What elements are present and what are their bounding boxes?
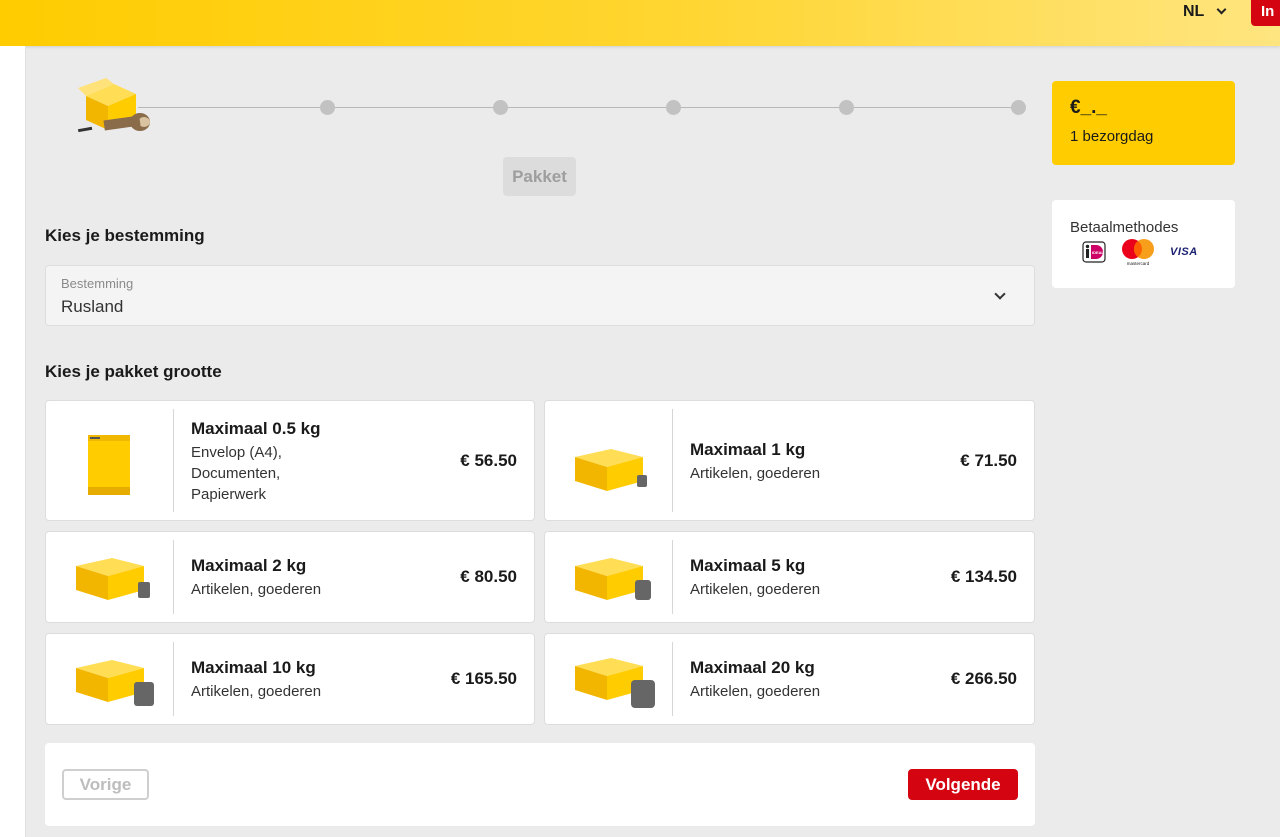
mastercard-icon: mastercard [1122,239,1154,266]
chevron-down-icon [994,288,1006,300]
ideal-label: iDEAL [1092,250,1105,255]
size-option-description: Artikelen, goederen [191,581,322,598]
size-option-image [46,409,174,512]
visa-icon: VISA [1170,246,1198,258]
size-option-description: Artikelen, goederen [690,465,821,482]
left-sidebar-strip [0,46,26,837]
progress-step-dot [493,100,508,115]
size-option-image [46,540,174,614]
box-weight-icon [76,660,154,706]
total-price: €_._ [1070,97,1107,118]
price-summary: €_._ 1 bezorgdag [1052,81,1235,165]
navigation-bar: Vorige Volgende [45,743,1035,826]
box-weight-icon [575,658,655,708]
size-option-price: € 266.50 [950,669,1017,688]
package-size-heading: Kies je pakket grootte [45,362,222,381]
size-option-0-5kg[interactable]: Maximaal 0.5 kg Envelop (A4), Documenten… [45,400,535,521]
language-selector[interactable]: NL [1183,0,1227,24]
size-option-price: € 134.50 [950,567,1017,586]
progress-step-dot [320,100,335,115]
size-option-price: € 71.50 [960,451,1017,470]
destination-field-label: Bestemming [61,276,134,291]
box-weight-icon [575,558,651,600]
size-option-description: Envelop (A4), Documenten, Papierwerk [191,444,282,503]
size-option-image [46,642,174,716]
size-option-price: € 165.50 [450,669,517,688]
size-option-title: Maximaal 5 kg [690,556,806,575]
destination-value: Rusland [61,297,124,316]
box-weight-icon [575,449,647,491]
mastercard-label: mastercard [1127,261,1150,266]
size-option-image [545,409,673,512]
size-option-title: Maximaal 20 kg [690,658,815,677]
destination-heading: Kies je bestemming [45,226,205,245]
payment-methods-title: Betaalmethodes [1070,219,1179,236]
size-option-image [545,642,673,716]
size-option-description: Artikelen, goederen [690,581,821,598]
size-option-price: € 80.50 [460,567,517,586]
envelope-icon [88,435,130,495]
ideal-icon: iDEAL [1082,241,1106,263]
size-option-description: Artikelen, goederen [191,683,322,700]
box-weight-icon [76,558,150,600]
destination-select[interactable]: Bestemming Rusland [45,265,1035,326]
size-option-10kg[interactable]: Maximaal 10 kg Artikelen, goederen € 165… [45,633,535,725]
language-label: NL [1183,3,1205,20]
size-option-price: € 56.50 [460,451,517,470]
size-option-title: Maximaal 0.5 kg [191,419,321,438]
size-option-title: Maximaal 2 kg [191,556,307,575]
login-button[interactable]: In [1251,0,1280,26]
size-option-2kg[interactable]: Maximaal 2 kg Artikelen, goederen € 80.5… [45,531,535,623]
chevron-down-icon [1216,4,1227,15]
size-option-20kg[interactable]: Maximaal 20 kg Artikelen, goederen € 266… [544,633,1035,725]
size-option-description: Artikelen, goederen [690,683,821,700]
progress-stepper [70,70,1030,140]
top-bar: NL In [0,0,1280,46]
next-button[interactable]: Volgende [908,769,1018,800]
size-option-title: Maximaal 10 kg [191,658,316,677]
size-option-title: Maximaal 1 kg [690,440,806,459]
payment-methods: Betaalmethodes iDEAL mastercard VISA [1052,200,1235,288]
previous-button[interactable]: Vorige [62,769,149,800]
size-option-image [545,540,673,614]
progress-step-dot [839,100,854,115]
delivery-days: 1 bezorgdag [1070,128,1154,145]
current-step-label: Pakket [503,157,576,196]
size-option-1kg[interactable]: Maximaal 1 kg Artikelen, goederen € 71.5… [544,400,1035,521]
progress-step-dot [666,100,681,115]
progress-step-dot [1011,100,1026,115]
size-option-5kg[interactable]: Maximaal 5 kg Artikelen, goederen € 134.… [544,531,1035,623]
progress-track [138,107,1018,108]
